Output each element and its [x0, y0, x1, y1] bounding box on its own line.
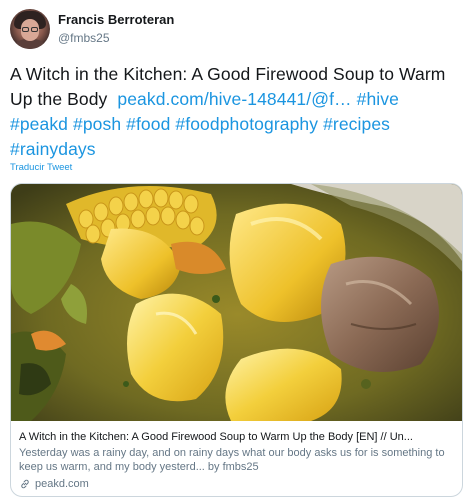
hashtag-rainydays[interactable]: #rainydays — [10, 139, 96, 159]
link-preview-card[interactable]: A Witch in the Kitchen: A Good Firewood … — [10, 183, 463, 497]
hashtag-peakd[interactable]: #peakd — [10, 114, 68, 134]
card-domain-text: peakd.com — [35, 478, 89, 490]
card-image[interactable] — [11, 184, 462, 421]
tweet-link[interactable]: peakd.com/hive-148441/@f… — [117, 89, 351, 109]
card-description: Yesterday was a rainy day, and on rainy … — [19, 447, 445, 473]
card-title[interactable]: A Witch in the Kitchen: A Good Firewood … — [19, 430, 454, 444]
author-handle[interactable]: @fmbs25 — [58, 29, 174, 47]
avatar[interactable] — [10, 9, 50, 49]
hashtag-posh[interactable]: #posh — [73, 114, 121, 134]
hashtag-foodphotography[interactable]: #foodphotography — [175, 114, 318, 134]
tweet-header: Francis Berroteran @fmbs25 — [10, 9, 174, 49]
link-icon — [21, 479, 29, 489]
hashtag-hive[interactable]: #hive — [357, 89, 399, 109]
hashtag-recipes[interactable]: #recipes — [323, 114, 390, 134]
author-display-name[interactable]: Francis Berroteran — [58, 11, 174, 29]
author-names: Francis Berroteran @fmbs25 — [58, 11, 174, 47]
hashtag-food[interactable]: #food — [126, 114, 170, 134]
card-domain[interactable]: peakd.com — [19, 477, 454, 491]
tweet-text: A Witch in the Kitchen: A Good Firewood … — [10, 62, 460, 162]
card-body: A Witch in the Kitchen: A Good Firewood … — [11, 421, 462, 491]
translate-tweet-link[interactable]: Traducir Tweet — [10, 162, 72, 173]
